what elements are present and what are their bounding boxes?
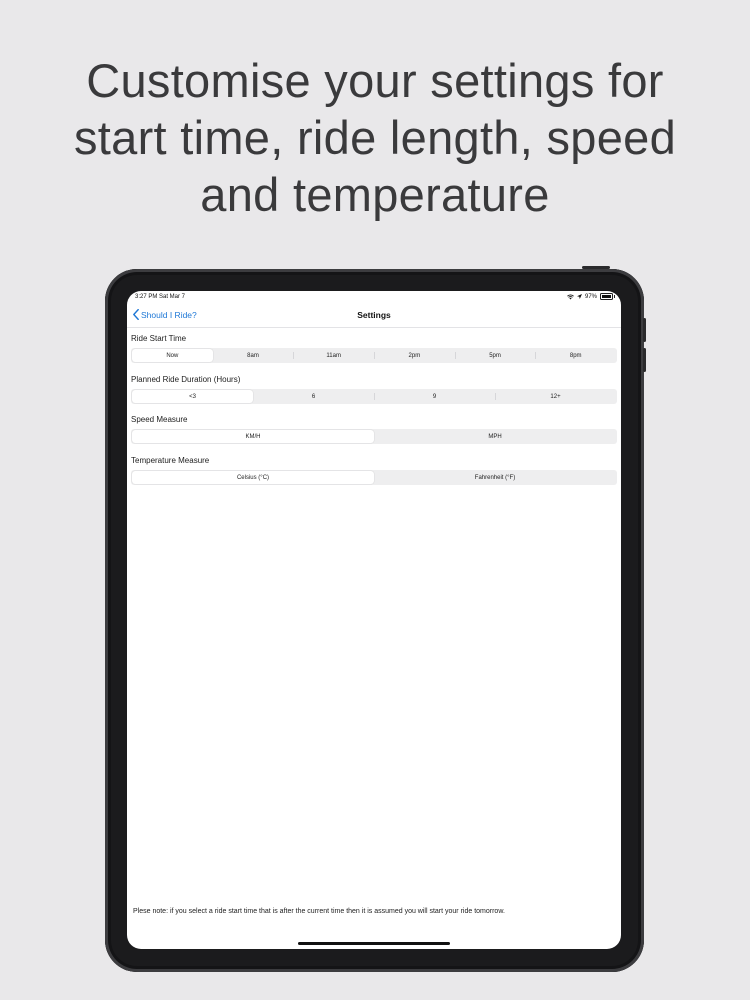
section-speed: Speed Measure KM/H MPH [131, 415, 617, 444]
section-label-temperature: Temperature Measure [131, 456, 210, 465]
navigation-bar: Should I Ride? Settings [127, 304, 621, 328]
segment-option[interactable]: Now [132, 349, 213, 362]
segment-option[interactable]: 6 [253, 390, 374, 403]
device-top-button [582, 266, 610, 269]
status-bar: 3:27 PM Sat Mar 7 97% [127, 291, 621, 303]
segment-option[interactable]: 2pm [374, 349, 455, 362]
section-duration: Planned Ride Duration (Hours) <3 6 9 12+ [131, 375, 617, 404]
segment-option[interactable]: KM/H [132, 430, 374, 443]
location-arrow-icon [576, 294, 582, 299]
status-right: 97% [567, 293, 615, 300]
segment-option[interactable]: 11am [293, 349, 374, 362]
battery-icon [600, 293, 615, 300]
device-volume-down-button [643, 348, 646, 372]
promo-headline: Customise your settings for start time, … [0, 52, 750, 223]
section-label-start-time: Ride Start Time [131, 334, 187, 343]
status-time: 3:27 PM Sat Mar 7 [135, 294, 186, 300]
headline-line-3: and temperature [200, 168, 550, 221]
app-screen: 3:27 PM Sat Mar 7 97% Should I Ride? Set… [127, 291, 621, 949]
home-indicator[interactable] [298, 942, 450, 945]
section-start-time: Ride Start Time Now 8am 11am 2pm 5pm 8pm [131, 334, 617, 363]
temperature-segmented-control[interactable]: Celsius (°C) Fahrenheit (°F) [131, 470, 617, 485]
headline-line-2: start time, ride length, speed [73, 111, 677, 164]
wifi-icon [567, 293, 574, 299]
duration-segmented-control[interactable]: <3 6 9 12+ [131, 389, 617, 404]
headline-line-1: Customise your settings for [86, 54, 664, 107]
segment-option[interactable]: 5pm [454, 349, 536, 362]
speed-segmented-control[interactable]: KM/H MPH [131, 429, 617, 444]
device-volume-up-button [643, 318, 646, 342]
section-temperature: Temperature Measure Celsius (°C) Fahrenhe… [131, 456, 617, 485]
battery-level [602, 295, 612, 298]
section-label-speed: Speed Measure [131, 415, 188, 424]
page-title: Settings [357, 310, 391, 320]
battery-percent: 97% [584, 293, 597, 300]
segment-option[interactable]: Celsius (°C) [132, 471, 374, 484]
segment-option[interactable]: 12+ [495, 390, 616, 403]
segment-option[interactable]: <3 [132, 390, 253, 403]
segment-option[interactable]: 9 [374, 390, 495, 403]
segment-option[interactable]: 8pm [535, 349, 616, 362]
section-label-duration: Planned Ride Duration (Hours) [131, 375, 241, 384]
segment-option[interactable]: 8am [213, 349, 294, 362]
segment-option[interactable]: MPH [374, 430, 616, 443]
segment-option[interactable]: Fahrenheit (°F) [374, 471, 616, 484]
footer-note: Plese note: if you select a ride start t… [133, 908, 505, 915]
start-time-segmented-control[interactable]: Now 8am 11am 2pm 5pm 8pm [131, 348, 617, 363]
